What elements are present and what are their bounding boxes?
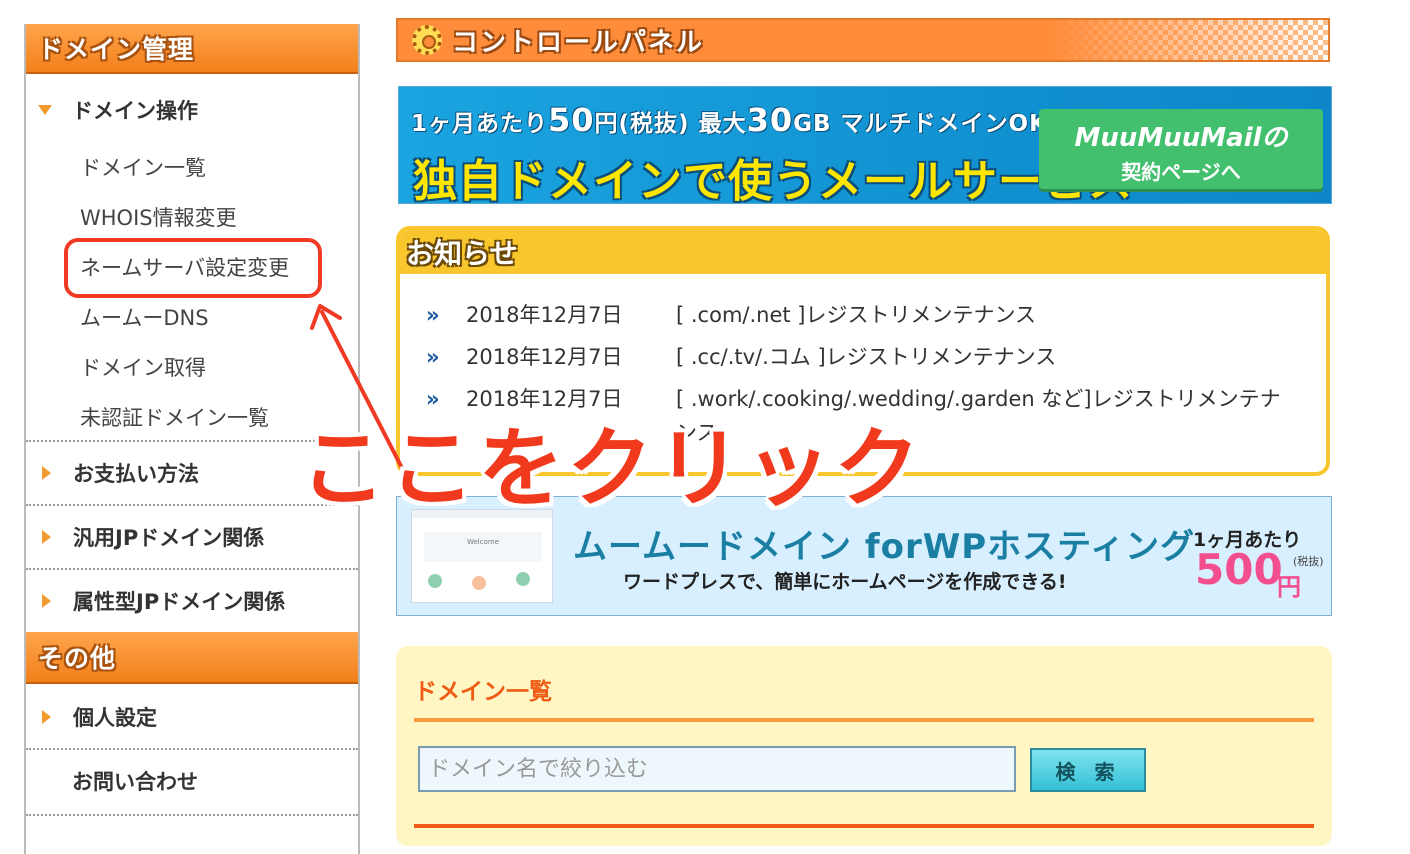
click-here-callout: ここをクリック: [300, 419, 923, 519]
